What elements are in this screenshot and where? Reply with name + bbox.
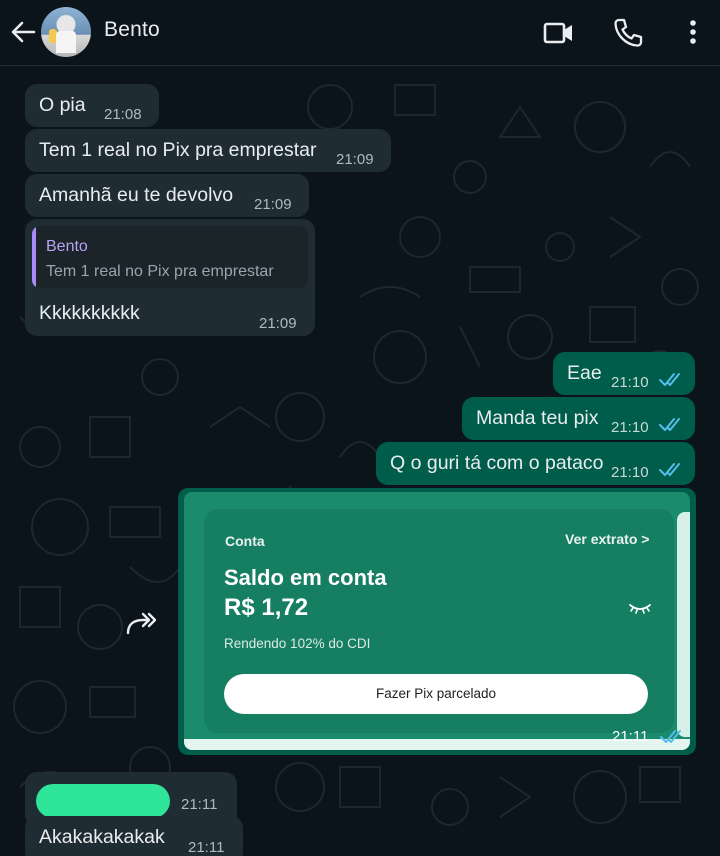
arrow-left-icon[interactable] (8, 17, 38, 47)
avatar-detail (56, 31, 76, 53)
quoted-sender: Bento (46, 238, 88, 255)
avatar[interactable] (41, 7, 91, 57)
message-text: Akakakakakak (39, 826, 165, 848)
chat-header: Bento (0, 0, 720, 66)
card-title: Conta (225, 533, 265, 549)
message-time: 21:11 (181, 796, 218, 813)
yield-subtitle: Rendendo 102% do CDI (224, 636, 371, 651)
forward-icon[interactable] (124, 607, 162, 639)
quoted-message[interactable]: Bento Tem 1 real no Pix pra emprestar (32, 226, 308, 288)
message-time: 21:08 (104, 106, 142, 123)
message-time: 21:10 (611, 419, 649, 436)
incoming-message[interactable]: Tem 1 real no Pix pra emprestar 21:09 (25, 129, 391, 172)
message-text: Q o guri tá com o pataco (390, 452, 604, 474)
incoming-message[interactable]: Amanhã eu te devolvo 21:09 (25, 174, 309, 217)
message-time: 21:11 (612, 728, 649, 745)
incoming-message[interactable]: O pia 21:08 (25, 84, 159, 127)
more-vertical-icon[interactable] (676, 16, 710, 50)
incoming-message[interactable]: Akakakakakak 21:11 (25, 816, 243, 856)
balance-amount: R$ 1,72 (224, 594, 309, 621)
balance-heading: Saldo em conta (224, 565, 387, 590)
message-time: 21:10 (611, 464, 649, 481)
message-time: 21:10 (611, 374, 649, 391)
outgoing-image-message[interactable]: Conta Ver extrato > Saldo em conta R$ 1,… (178, 488, 696, 755)
incoming-reply-message[interactable]: Bento Tem 1 real no Pix pra emprestar Kk… (25, 219, 315, 336)
message-time: 21:09 (336, 151, 374, 168)
pix-installment-button: Fazer Pix parcelado (224, 674, 648, 714)
message-text: O pia (39, 94, 86, 116)
quote-accent-bar (32, 226, 36, 288)
outgoing-message[interactable]: Q o guri tá com o pataco 21:10 (376, 442, 695, 485)
next-card-edge (677, 512, 690, 737)
read-ticks-icon (660, 730, 681, 743)
quoted-text: Tem 1 real no Pix pra emprestar (46, 263, 274, 280)
message-text: Eae (567, 362, 602, 384)
message-time: 21:09 (259, 315, 297, 332)
read-ticks-icon (659, 373, 680, 386)
read-ticks-icon (659, 463, 680, 476)
hide-balance-eye-icon (629, 604, 651, 614)
contact-name[interactable]: Bento (104, 18, 160, 42)
redacted-content (36, 784, 170, 818)
statement-link: Ver extrato > (565, 531, 650, 547)
message-text: Tem 1 real no Pix pra emprestar (39, 139, 317, 161)
video-call-icon[interactable] (541, 16, 575, 50)
outgoing-message[interactable]: Manda teu pix 21:10 (462, 397, 695, 440)
message-text: Amanhã eu te devolvo (39, 184, 234, 206)
message-text: Kkkkkkkkkk (39, 302, 140, 324)
chat-area[interactable]: O pia 21:08 Tem 1 real no Pix pra empres… (0, 67, 720, 856)
outgoing-message[interactable]: Eae 21:10 (553, 352, 695, 395)
message-text: Manda teu pix (476, 407, 599, 429)
phone-icon[interactable] (611, 16, 645, 50)
message-time: 21:09 (254, 196, 292, 213)
message-time: 21:11 (188, 839, 225, 856)
account-card: Conta Ver extrato > Saldo em conta R$ 1,… (204, 509, 674, 733)
read-ticks-icon (659, 418, 680, 431)
bank-screenshot-image[interactable]: Conta Ver extrato > Saldo em conta R$ 1,… (184, 492, 690, 750)
